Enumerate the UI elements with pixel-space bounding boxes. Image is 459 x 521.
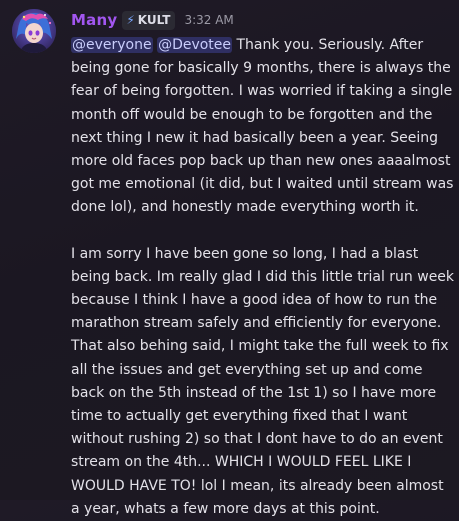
- username[interactable]: Many: [71, 11, 117, 29]
- avatar[interactable]: [12, 9, 56, 53]
- paragraph-text: I am sorry I have been gone so long, I h…: [71, 245, 455, 517]
- message-paragraph: @everyone @Devotee Thank you. Seriously.…: [71, 34, 455, 220]
- mention-devotee[interactable]: @Devotee: [157, 37, 233, 53]
- role-tag-label: KULT: [137, 13, 171, 27]
- avatar-anime-character-icon: [12, 9, 56, 53]
- chat-message: Many ⚡ KULT 3:32 AM @everyone @Devotee T…: [0, 0, 459, 517]
- timestamp: 3:32 AM: [184, 13, 234, 27]
- message-header: Many ⚡ KULT 3:32 AM: [71, 9, 234, 31]
- paragraph-text: Thank you. Seriously. After being gone f…: [71, 37, 454, 216]
- message-paragraph: I am sorry I have been gone so long, I h…: [71, 243, 455, 521]
- role-tag[interactable]: ⚡ KULT: [122, 10, 176, 30]
- mention-everyone[interactable]: @everyone: [71, 37, 153, 53]
- message-content: @everyone @Devotee Thank you. Seriously.…: [71, 34, 455, 521]
- lightning-bolt-icon: ⚡: [126, 13, 135, 27]
